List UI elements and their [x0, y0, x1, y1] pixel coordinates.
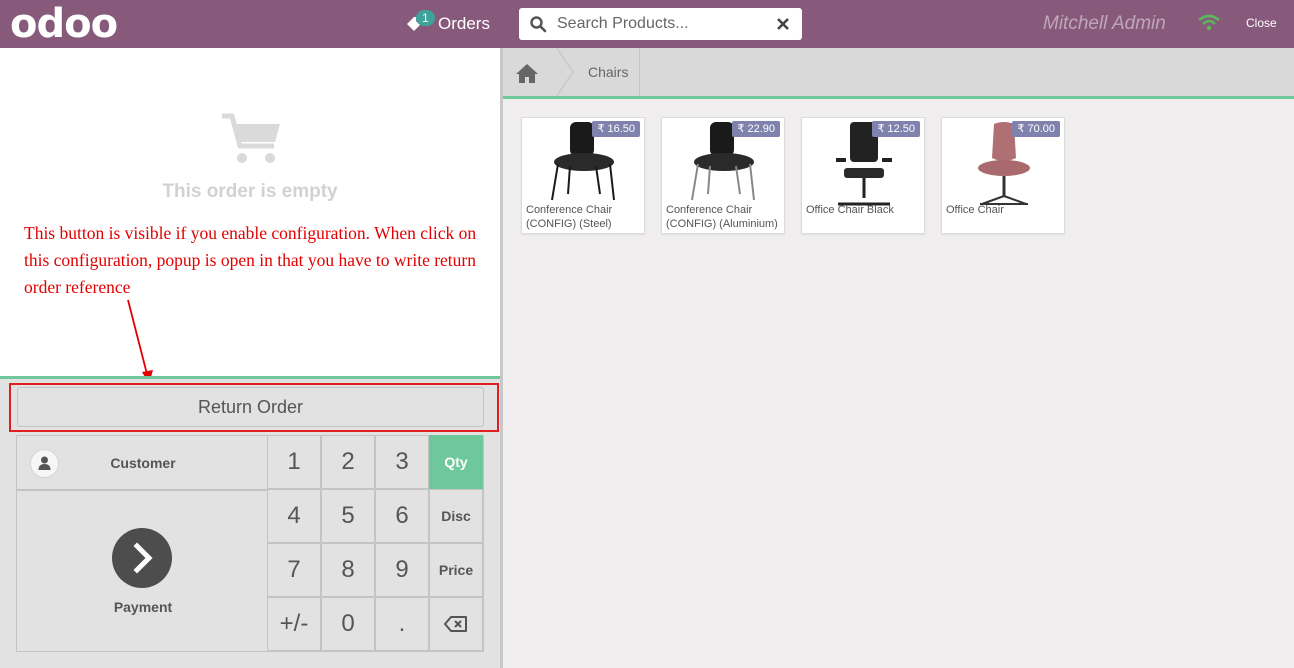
- orders-button[interactable]: 1 Orders: [404, 10, 490, 38]
- numpad-key-4[interactable]: 4: [267, 489, 321, 543]
- numpad-key-0[interactable]: 0: [321, 597, 375, 651]
- return-order-button[interactable]: Return Order: [17, 387, 484, 427]
- home-icon[interactable]: [514, 62, 540, 84]
- numpad-key-dot[interactable]: .: [375, 597, 429, 651]
- cart-icon: [222, 113, 280, 163]
- breadcrumb-chairs[interactable]: Chairs: [588, 64, 628, 80]
- annotation-arrow: [127, 299, 153, 384]
- clear-search-icon[interactable]: [774, 15, 792, 33]
- backspace-icon: [444, 616, 467, 632]
- breadcrumb-separator: [556, 48, 574, 96]
- numpad-key-2[interactable]: 2: [321, 435, 375, 489]
- search-input[interactable]: [557, 8, 767, 40]
- product-name: Conference Chair (CONFIG) (Steel): [526, 204, 613, 230]
- mode-disc-button[interactable]: Disc: [429, 489, 483, 543]
- price-badge: ₹ 16.50: [592, 121, 640, 137]
- product-name: Conference Chair (CONFIG) (Aluminium): [666, 204, 778, 230]
- numpad-key-5[interactable]: 5: [321, 489, 375, 543]
- price-badge: ₹ 70.00: [1012, 121, 1060, 137]
- mode-price-button[interactable]: Price: [429, 543, 483, 597]
- product-name: Office Chair Black: [806, 204, 894, 216]
- price-badge: ₹ 12.50: [872, 121, 920, 137]
- orders-count-badge: 1: [416, 10, 435, 26]
- odoo-logo: odoo: [10, 1, 118, 47]
- payment-label: Payment: [113, 599, 173, 615]
- mode-qty-button[interactable]: Qty: [429, 435, 483, 489]
- username: Mitchell Admin: [1043, 13, 1166, 34]
- wifi-icon: [1198, 14, 1220, 31]
- backspace-button[interactable]: [429, 597, 483, 651]
- payment-button[interactable]: Payment: [16, 490, 268, 652]
- ticket-icon: 1: [404, 10, 435, 34]
- annotation-note: This button is visible if you enable con…: [24, 223, 477, 297]
- numpad-key-1[interactable]: 1: [267, 435, 321, 489]
- numpad-key-7[interactable]: 7: [267, 543, 321, 597]
- customer-button[interactable]: Customer: [16, 435, 268, 490]
- payment-circle: [112, 528, 172, 588]
- orders-label: Orders: [438, 14, 490, 33]
- search-icon: [530, 16, 547, 33]
- empty-order-text: This order is empty: [162, 181, 338, 202]
- product-card[interactable]: ₹ 16.50 Conference Chair (CONFIG) (Steel…: [521, 117, 645, 234]
- price-badge: ₹ 22.90: [732, 121, 780, 137]
- customer-label: Customer: [110, 455, 176, 471]
- breadcrumb-end-divider: [639, 48, 640, 96]
- numpad-key-sign[interactable]: +/-: [267, 597, 321, 651]
- product-name: Office Chair: [946, 204, 1004, 216]
- chevron-right-icon: [133, 542, 153, 574]
- product-card[interactable]: ₹ 22.90 Conference Chair (CONFIG) (Alumi…: [661, 117, 785, 234]
- close-button[interactable]: Close: [1246, 16, 1277, 30]
- product-card[interactable]: ₹ 12.50 Office Chair Black: [801, 117, 925, 234]
- numpad-key-8[interactable]: 8: [321, 543, 375, 597]
- numpad-key-9[interactable]: 9: [375, 543, 429, 597]
- numpad-key-6[interactable]: 6: [375, 489, 429, 543]
- product-search-box: [519, 8, 802, 40]
- numpad-key-3[interactable]: 3: [375, 435, 429, 489]
- product-card[interactable]: ₹ 70.00 Office Chair: [941, 117, 1065, 234]
